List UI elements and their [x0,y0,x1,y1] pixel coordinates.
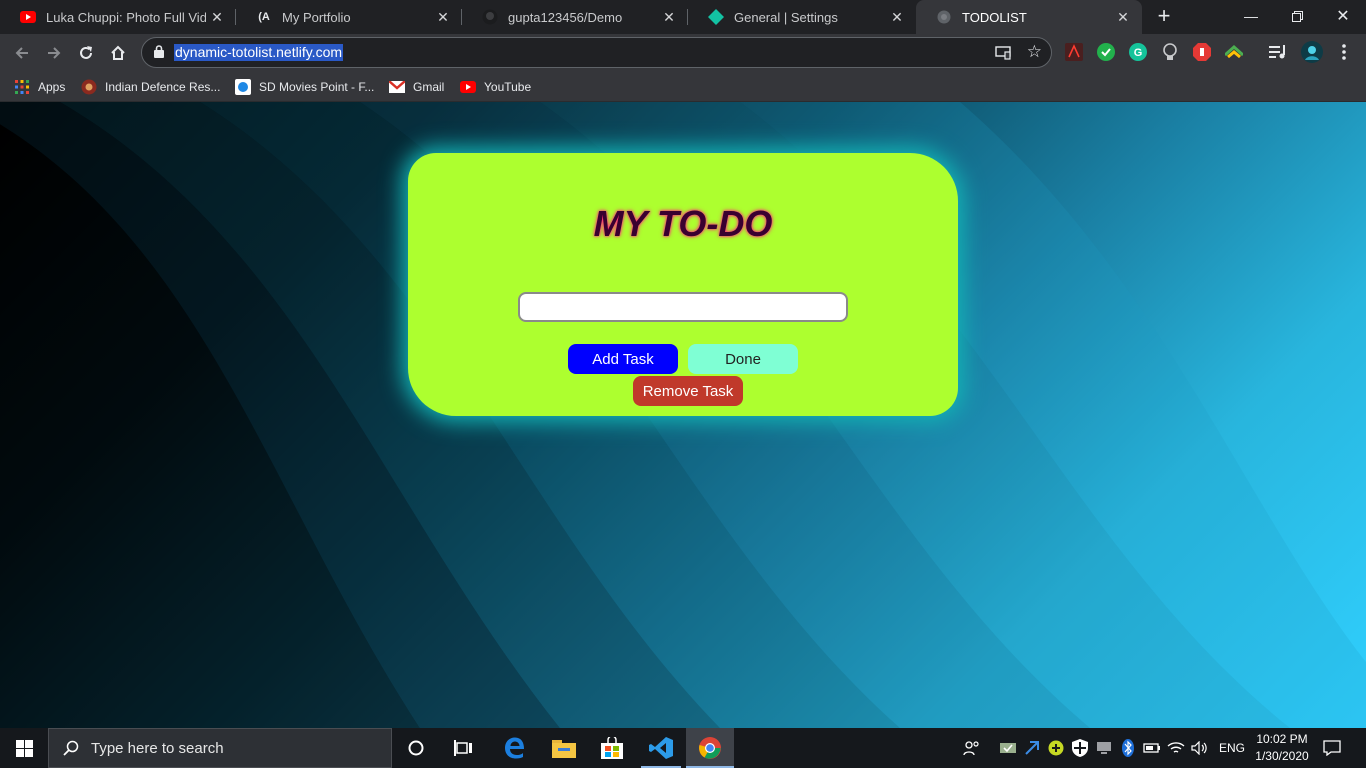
svg-text:G: G [1134,47,1143,59]
clock-date: 1/30/2020 [1255,749,1309,763]
cast-icon[interactable] [995,46,1011,65]
youtube-icon [20,9,36,25]
page-viewport: MY TO-DO Add Task Done Remove Task [0,102,1366,728]
tab-title: TODOLIST [962,9,1027,25]
tab-todolist[interactable]: TODOLIST ✕ [916,0,1142,34]
bookmark-label: Gmail [413,80,445,94]
bookmarks-bar: Apps Indian Defence Res... SD Movies Poi… [0,72,1366,102]
close-tab-icon[interactable]: ✕ [658,9,680,26]
security-tray-icon[interactable] [998,738,1018,758]
back-button[interactable] [8,39,36,67]
search-placeholder: Type here to search [91,739,224,757]
close-tab-icon[interactable]: ✕ [1112,9,1134,26]
task-view-icon[interactable] [440,728,488,768]
close-tab-icon[interactable]: ✕ [206,9,228,26]
forward-button[interactable] [40,39,68,67]
address-bar[interactable]: dynamic-totolist.netlify.com ☆ [141,37,1052,68]
sd-movies-icon [235,79,251,95]
bookmark-label: SD Movies Point - F... [259,80,375,94]
address-text[interactable]: dynamic-totolist.netlify.com [174,44,344,61]
close-window-button[interactable]: ✕ [1320,0,1366,32]
task-input[interactable] [518,292,848,322]
taskbar-search[interactable]: Type here to search [48,728,392,768]
portfolio-icon: (A [258,11,270,23]
settings-diamond-icon [708,9,724,25]
defender-icon[interactable] [1070,738,1090,758]
youtube-icon [460,79,476,95]
tab-title: Luka Chuppi: Photo Full Video [46,9,206,25]
bookmark-indian-defence[interactable]: Indian Defence Res... [81,77,220,97]
green-plus-tray-icon[interactable] [1046,738,1066,758]
bookmark-star-icon[interactable]: ☆ [1027,42,1042,62]
browser-toolbar: dynamic-totolist.netlify.com ☆ G [0,34,1366,72]
edge-icon[interactable] [491,728,539,768]
colorful-extension-icon[interactable] [1224,42,1244,62]
chrome-icon[interactable] [686,728,734,768]
cortana-icon[interactable] [392,728,440,768]
people-icon[interactable] [962,738,982,758]
github-icon [482,9,498,25]
microsoft-store-icon[interactable] [588,728,636,768]
device-tray-icon[interactable] [1094,738,1114,758]
minimize-button[interactable]: — [1228,0,1274,32]
tab-general-settings[interactable]: General | Settings ✕ [688,0,916,34]
vpn-tray-icon[interactable] [1022,738,1042,758]
drdo-icon [81,79,97,95]
remove-task-button[interactable]: Remove Task [633,376,743,406]
profile-avatar[interactable] [1300,40,1324,64]
bluetooth-icon[interactable] [1118,738,1138,758]
volume-icon[interactable] [1190,738,1210,758]
new-tab-button[interactable]: + [1150,4,1178,30]
lock-icon[interactable] [154,45,164,63]
tab-luka-chuppi[interactable]: Luka Chuppi: Photo Full Video ✕ [0,0,236,34]
battery-icon[interactable] [1142,738,1162,758]
done-button[interactable]: Done [688,344,798,374]
language-indicator[interactable]: ENG [1219,741,1245,755]
clock[interactable]: 10:02 PM 1/30/2020 [1250,731,1314,765]
reload-button[interactable] [72,39,100,67]
lightbulb-extension-icon[interactable] [1160,42,1180,62]
start-button[interactable] [0,728,48,768]
clock-time: 10:02 PM [1256,732,1308,746]
adblock-icon[interactable] [1192,42,1212,62]
tab-title: My Portfolio [282,9,351,25]
bookmark-label: Apps [38,80,66,94]
apps-grid-icon [14,79,30,95]
gmail-icon [389,79,405,95]
file-explorer-icon[interactable] [540,728,588,768]
tab-title: General | Settings [734,9,838,25]
wifi-icon[interactable] [1166,738,1186,758]
tab-strip: Luka Chuppi: Photo Full Video ✕ (A My Po… [0,0,1366,34]
add-task-button[interactable]: Add Task [568,344,678,374]
tab-my-portfolio[interactable]: (A My Portfolio ✕ [236,0,462,34]
notifications-icon[interactable] [1322,738,1342,758]
check-extension-icon[interactable] [1096,42,1116,62]
search-icon [63,740,79,756]
grammarly-icon[interactable]: G [1128,42,1148,62]
tab-github-demo[interactable]: gupta123456/Demo ✕ [462,0,688,34]
bookmark-label: YouTube [484,80,532,94]
windows-taskbar: Type here to search ENG 10:02 PM 1/30/20… [0,728,1366,768]
pdf-extension-icon[interactable] [1064,42,1084,62]
home-button[interactable] [104,39,132,67]
page-title: MY TO-DO [593,203,773,244]
tab-title: gupta123456/Demo [508,9,623,25]
globe-icon [936,9,952,25]
vscode-icon[interactable] [637,728,685,768]
bookmark-gmail[interactable]: Gmail [389,77,444,97]
bookmark-label: Indian Defence Res... [105,80,221,94]
close-tab-icon[interactable]: ✕ [886,9,908,26]
todo-card: MY TO-DO Add Task Done Remove Task [408,153,958,416]
chrome-menu-icon[interactable] [1334,42,1354,62]
bookmark-youtube[interactable]: YouTube [460,77,531,97]
bookmark-sd-movies[interactable]: SD Movies Point - F... [235,77,374,97]
restore-button[interactable] [1274,0,1320,32]
close-tab-icon[interactable]: ✕ [432,9,454,26]
media-controls-icon[interactable] [1268,42,1288,62]
bookmark-apps[interactable]: Apps [14,77,65,97]
